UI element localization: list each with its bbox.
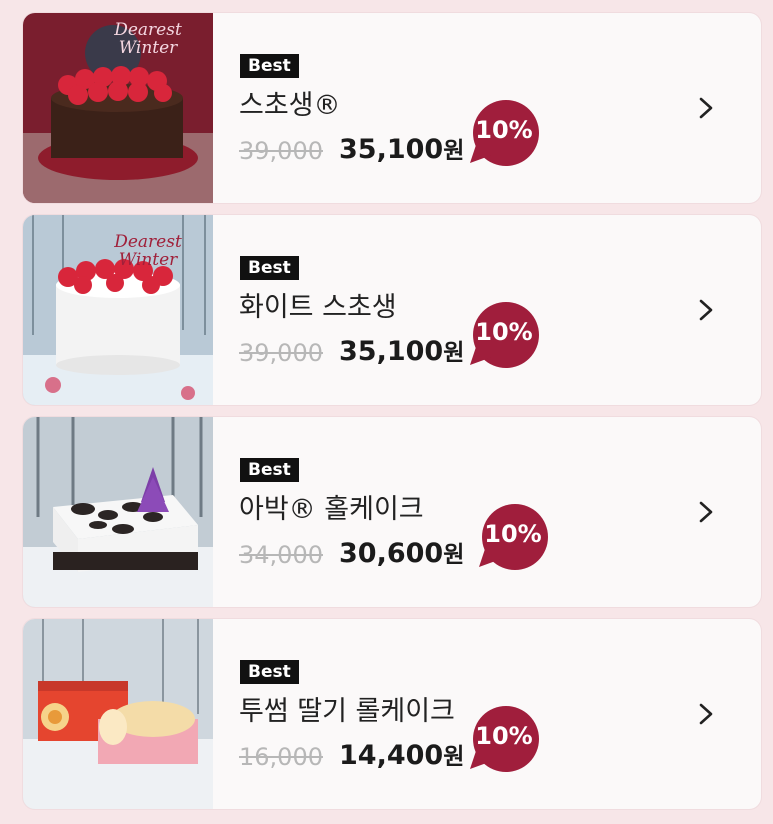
- sale-price: 30,600원: [339, 537, 464, 572]
- discount-label: 10%: [475, 722, 533, 750]
- sale-price: 35,100원: [339, 335, 464, 370]
- sale-price-value: 14,400: [339, 740, 444, 771]
- currency-unit: 원: [443, 542, 465, 568]
- product-image: Dearest Winter: [23, 215, 213, 405]
- chevron-right-icon[interactable]: [695, 500, 717, 524]
- chevron-right-icon[interactable]: [695, 298, 717, 322]
- product-card-oreo-whole-cake[interactable]: Best 아박® 홀케이크 34,000 30,600원 10%: [23, 417, 761, 607]
- currency-unit: 원: [443, 744, 465, 770]
- original-price: 39,000: [239, 137, 323, 165]
- product-image: Dearest Winter: [23, 13, 213, 203]
- original-price: 39,000: [239, 339, 323, 367]
- product-name: 스초생®: [239, 90, 341, 121]
- product-card-white-strawberry-cake[interactable]: Dearest Winter Best 화이트 스초생 39,000 35,10…: [23, 215, 761, 405]
- best-badge: Best: [240, 660, 299, 684]
- chevron-right-icon[interactable]: [695, 702, 717, 726]
- best-badge: Best: [240, 256, 299, 280]
- dearest-winter-logo: Dearest: [113, 20, 182, 40]
- discount-badge: 10%: [470, 99, 548, 167]
- original-price: 34,000: [239, 541, 323, 569]
- product-name: 화이트 스초생: [239, 292, 397, 323]
- svg-text:Winter: Winter: [119, 250, 178, 270]
- best-badge: Best: [240, 54, 299, 78]
- discount-badge: 10%: [470, 705, 548, 773]
- discount-badge: 10%: [479, 503, 557, 571]
- product-name: 투썸 딸기 롤케이크: [239, 696, 455, 727]
- product-name: 아박® 홀케이크: [239, 494, 424, 525]
- product-image: [23, 417, 213, 607]
- discount-label: 10%: [484, 520, 542, 548]
- chevron-right-icon[interactable]: [695, 96, 717, 120]
- sale-price: 35,100원: [339, 133, 464, 168]
- currency-unit: 원: [443, 340, 465, 366]
- currency-unit: 원: [443, 138, 465, 164]
- sale-price-value: 35,100: [339, 134, 444, 165]
- product-list: Dearest Winter Best 스초생® 39,000 35,100원 …: [0, 0, 773, 824]
- product-card-strawberry-roll-cake[interactable]: Best 투썸 딸기 롤케이크 16,000 14,400원 10%: [23, 619, 761, 809]
- svg-text:Winter: Winter: [119, 38, 178, 58]
- discount-label: 10%: [475, 116, 533, 144]
- product-card-strawberry-chocolate-cake[interactable]: Dearest Winter Best 스초생® 39,000 35,100원 …: [23, 13, 761, 203]
- sale-price-value: 30,600: [339, 538, 444, 569]
- discount-badge: 10%: [470, 301, 548, 369]
- dearest-winter-logo: Dearest: [113, 232, 182, 252]
- product-image: [23, 619, 213, 809]
- best-badge: Best: [240, 458, 299, 482]
- original-price: 16,000: [239, 743, 323, 771]
- sale-price-value: 35,100: [339, 336, 444, 367]
- discount-label: 10%: [475, 318, 533, 346]
- sale-price: 14,400원: [339, 739, 464, 774]
